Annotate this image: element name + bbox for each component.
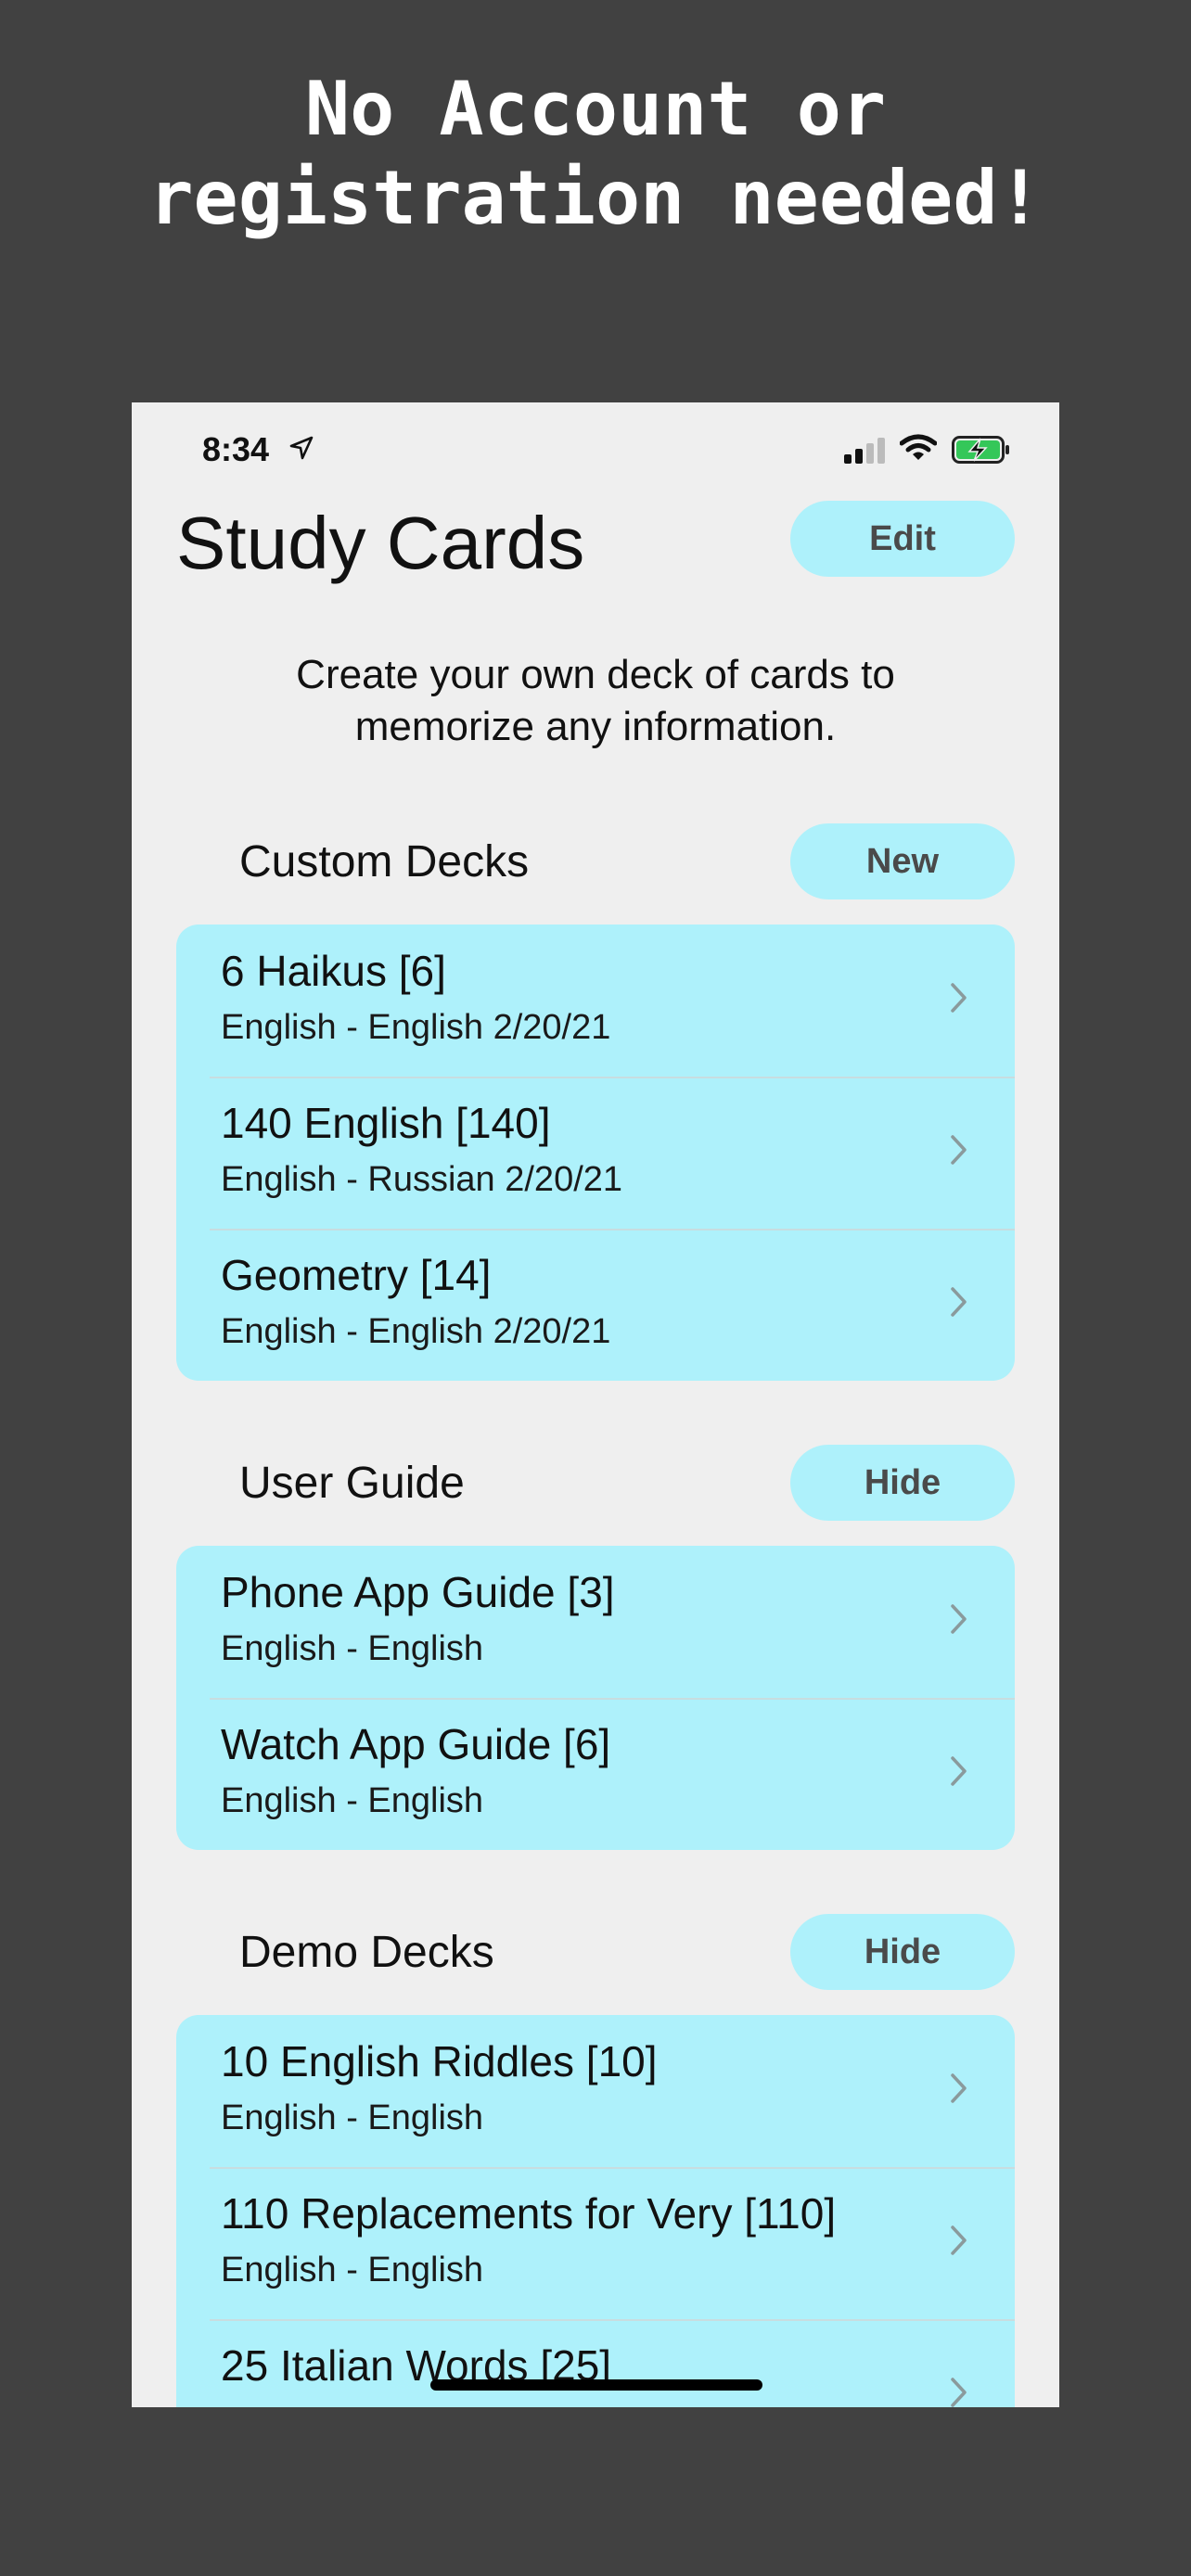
deck-detail: English - English: [221, 1629, 484, 1668]
new-deck-button[interactable]: New: [790, 823, 1015, 899]
section-title-user-guide: User Guide: [239, 1459, 465, 1508]
deck-detail: English - English: [221, 2098, 484, 2137]
battery-charging-icon: [952, 436, 1009, 464]
home-indicator[interactable]: [430, 2379, 762, 2391]
deck-name: 110 Replacements for Very [110]: [221, 2189, 837, 2238]
chevron-right-icon: [951, 1756, 967, 1786]
signal-icon: [844, 438, 885, 464]
promo-headline: No Account or registration needed!: [148, 66, 1043, 241]
deck-detail: English - Russian 2/20/21: [221, 1160, 623, 1199]
deck-row[interactable]: Phone App Guide [3] English - English: [176, 1546, 1015, 1698]
deck-detail: English - English: [221, 1781, 484, 1820]
deck-row[interactable]: Geometry [14] English - English 2/20/21: [176, 1229, 1015, 1381]
deck-name: 10 English Riddles [10]: [221, 2037, 658, 2085]
app-subtitle: Create your own deck of cards to memoriz…: [296, 652, 895, 749]
hide-user-guide-button[interactable]: Hide: [790, 1445, 1015, 1521]
deck-row[interactable]: 140 English [140] English - Russian 2/20…: [176, 1077, 1015, 1229]
chevron-right-icon: [951, 1287, 967, 1317]
deck-name: Geometry [14]: [221, 1251, 492, 1299]
chevron-right-icon: [951, 2225, 967, 2255]
deck-name: 6 Haikus [6]: [221, 947, 446, 995]
deck-row[interactable]: 10 English Riddles [10] English - Englis…: [176, 2015, 1015, 2167]
chevron-right-icon: [951, 1135, 967, 1165]
section-title-demo-decks: Demo Decks: [239, 1928, 494, 1977]
user-guide-list: Phone App Guide [3] English - English Wa…: [176, 1546, 1015, 1850]
chevron-right-icon: [951, 983, 967, 1013]
deck-row[interactable]: Watch App Guide [6] English - English: [176, 1698, 1015, 1850]
edit-button[interactable]: Edit: [790, 501, 1015, 577]
status-time: 8:34: [202, 430, 270, 468]
demo-decks-list: 10 English Riddles [10] English - Englis…: [176, 2015, 1015, 2407]
chevron-right-icon: [951, 2073, 967, 2103]
deck-detail: English - English 2/20/21: [221, 1008, 611, 1047]
chevron-right-icon: [951, 2378, 967, 2407]
hide-demo-decks-button[interactable]: Hide: [790, 1914, 1015, 1990]
chevron-right-icon: [951, 1604, 967, 1634]
section-title-custom-decks: Custom Decks: [239, 837, 530, 886]
wifi-icon: [900, 434, 937, 460]
deck-row[interactable]: 110 Replacements for Very [110] English …: [176, 2167, 1015, 2319]
status-bar: 8:34: [132, 402, 1059, 504]
page-title: Study Cards: [176, 502, 585, 584]
deck-detail: English - English: [221, 2251, 484, 2289]
deck-name: Watch App Guide [6]: [221, 1720, 611, 1768]
phone-screen: 8:34 Study Cards Edit Create your own de…: [132, 402, 1059, 2407]
location-arrow-icon: [289, 436, 314, 460]
deck-name: 140 English [140]: [221, 1099, 551, 1147]
deck-row[interactable]: 25 Italian Words [25]: [176, 2319, 1015, 2407]
deck-name: Phone App Guide [3]: [221, 1568, 615, 1616]
deck-row[interactable]: 6 Haikus [6] English - English 2/20/21: [176, 925, 1015, 1077]
custom-decks-list: 6 Haikus [6] English - English 2/20/21 1…: [176, 925, 1015, 1381]
deck-detail: English - English 2/20/21: [221, 1312, 611, 1351]
